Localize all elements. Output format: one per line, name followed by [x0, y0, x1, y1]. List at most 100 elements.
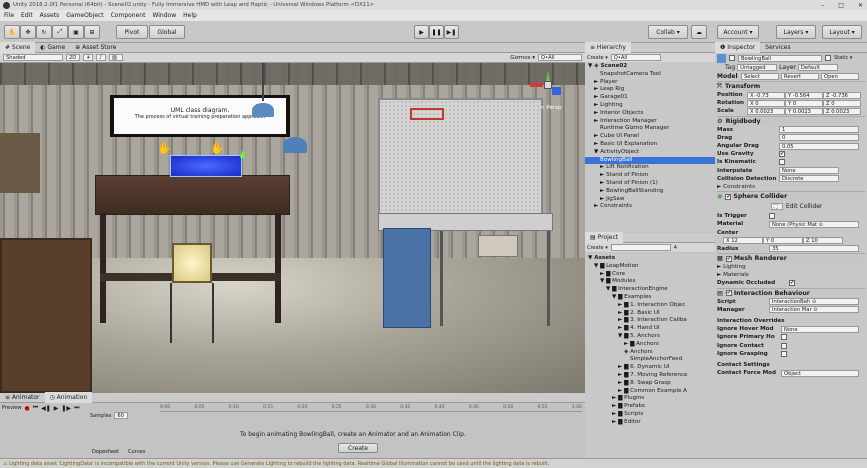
minimize-button[interactable]: –: [821, 2, 824, 9]
model-select-button[interactable]: Select: [741, 73, 779, 80]
sphere-collider-header[interactable]: ◉ ✔ Sphere Collider: [717, 191, 865, 202]
account-dropdown[interactable]: Account ▾: [717, 25, 759, 39]
lighting-foldout[interactable]: ► Lighting: [717, 263, 865, 271]
materials-foldout[interactable]: ► Materials: [717, 271, 865, 279]
hierarchy-item[interactable]: BowlingBall: [585, 156, 715, 165]
transform-tool-icon[interactable]: ⊞: [84, 25, 100, 39]
project-item[interactable]: ▼ ▇ LeapMotion: [585, 263, 715, 271]
radius-field[interactable]: 35: [769, 245, 859, 253]
hierarchy-item[interactable]: ► BowlingBallStanding: [585, 188, 715, 196]
menu-assets[interactable]: Assets: [40, 12, 60, 19]
ignore-hover-mode-dropdown[interactable]: None: [781, 325, 859, 333]
rigidbody-field[interactable]: 0: [779, 134, 859, 142]
project-item[interactable]: ▼ ▇ 5. Anchors: [585, 333, 715, 341]
collab-button[interactable]: Collab ▾: [648, 25, 688, 39]
timeline-ruler[interactable]: 0:00 0:05 0:10 0:15 0:20 0:25 0:30 0:35 0:40 0:45…: [160, 404, 582, 412]
contact-force-mode-dropdown[interactable]: Object: [781, 369, 859, 377]
project-item[interactable]: ► ▇ Scripts: [585, 411, 715, 419]
scale-x[interactable]: X 0.0023: [747, 107, 785, 115]
rigidbody-header[interactable]: ⚙ Rigidbody: [717, 115, 865, 126]
rigidbody-field[interactable]: 0.05: [779, 142, 859, 150]
hierarchy-item[interactable]: Runtime Gizmo Manager: [585, 125, 715, 133]
static-dropdown[interactable]: Static ▾: [834, 55, 852, 61]
static-checkbox[interactable]: [825, 55, 831, 61]
menu-gameobject[interactable]: GameObject: [66, 12, 103, 19]
rigidbody-checkbox[interactable]: ✔: [779, 151, 785, 158]
rotation-y[interactable]: Y 0: [785, 99, 823, 107]
tab-hierarchy[interactable]: ≡ Hierarchy: [585, 42, 631, 53]
tab-project[interactable]: ▤ Project: [585, 232, 624, 243]
audio-toggle[interactable]: ♪: [96, 54, 106, 61]
tab-services[interactable]: Services: [760, 42, 795, 53]
hierarchy-item[interactable]: ► Stand of Pinion: [585, 172, 715, 180]
center-y[interactable]: Y 0: [763, 237, 803, 245]
ignore-primary-hover-checkbox[interactable]: [781, 334, 787, 341]
scene-viewport[interactable]: UML class diagram. The process of virtua…: [0, 63, 585, 393]
project-search-input[interactable]: [610, 244, 671, 251]
prev-key-icon[interactable]: ◀❚: [41, 405, 51, 412]
project-item[interactable]: ◈ Anchors: [585, 349, 715, 357]
effects-dropdown[interactable]: ▨: [109, 54, 123, 61]
first-key-icon[interactable]: ⏮: [33, 404, 38, 412]
hierarchy-item[interactable]: ► Constraints: [585, 203, 715, 211]
project-item[interactable]: ▼ ▇ Examples: [585, 294, 715, 302]
hierarchy-item[interactable]: ► Lighting: [585, 102, 715, 110]
hierarchy-item[interactable]: ► Player: [585, 79, 715, 87]
tab-animation[interactable]: ◷ Animation: [44, 392, 93, 403]
rigidbody-checkbox[interactable]: [779, 159, 785, 166]
maximize-button[interactable]: □: [838, 2, 844, 9]
hierarchy-item[interactable]: ▼ ActivityObject: [585, 149, 715, 157]
orientation-gizmo-icon[interactable]: [530, 71, 566, 101]
project-item[interactable]: ▼ ▇ InteractionEngine: [585, 286, 715, 294]
tab-inspector[interactable]: ❶ Inspector: [715, 42, 761, 53]
project-item[interactable]: ► ▇ 7. Moving Reference: [585, 372, 715, 380]
project-item[interactable]: ► ▇ 3. Interaction Callba: [585, 317, 715, 325]
sphere-collider-enabled[interactable]: ✔: [725, 193, 732, 200]
global-toggle[interactable]: Global: [149, 25, 185, 39]
constraints-foldout[interactable]: ► Constraints: [717, 183, 865, 191]
model-revert-button[interactable]: Revert: [781, 73, 819, 80]
position-y[interactable]: Y -0.564: [785, 91, 823, 99]
hierarchy-item[interactable]: ► Interior Objects: [585, 110, 715, 118]
scale-y[interactable]: Y 0.0023: [785, 107, 823, 115]
project-item[interactable]: ► ▇ 6. Dynamic UI: [585, 364, 715, 372]
pivot-toggle[interactable]: Pivot: [116, 25, 148, 39]
project-item[interactable]: ► ▇ Core: [585, 271, 715, 279]
position-z[interactable]: Z -0.736: [823, 91, 861, 99]
project-item[interactable]: ► ▇ Prefabs: [585, 403, 715, 411]
active-checkbox[interactable]: [729, 55, 735, 61]
rotation-x[interactable]: X 0: [747, 99, 785, 107]
menu-window[interactable]: Window: [152, 12, 176, 19]
material-field[interactable]: None (Physic Mat ⊙: [769, 220, 859, 228]
menu-edit[interactable]: Edit: [21, 12, 33, 19]
hierarchy-item[interactable]: SnapshotCamera Tool: [585, 71, 715, 79]
is-trigger-checkbox[interactable]: [769, 213, 775, 220]
layout-dropdown[interactable]: Layout ▾: [822, 25, 862, 39]
scale-tool-icon[interactable]: ⤢: [52, 25, 68, 39]
hierarchy-item[interactable]: ► Stand of Pinion (1): [585, 180, 715, 188]
rigidbody-field[interactable]: 1: [779, 126, 859, 134]
script-field[interactable]: InteractionBeh ⊙: [769, 298, 859, 306]
dynamic-occluded-checkbox[interactable]: ✔: [789, 280, 795, 287]
close-button[interactable]: ✕: [858, 2, 863, 9]
project-item[interactable]: ► ▇ Common Example A: [585, 388, 715, 396]
cloud-icon[interactable]: ☁: [691, 25, 707, 39]
hierarchy-item[interactable]: ► Basic UI Explanation: [585, 141, 715, 149]
hierarchy-item[interactable]: ► Interaction Manager: [585, 118, 715, 126]
interaction-behaviour-header[interactable]: ▤ ✔ Interaction Behaviour: [717, 287, 865, 298]
model-open-button[interactable]: Open: [821, 73, 859, 80]
curves-tab[interactable]: Curves: [128, 449, 145, 455]
center-z[interactable]: Z 10: [803, 237, 843, 245]
samples-field[interactable]: 60: [114, 412, 129, 419]
layers-dropdown[interactable]: Layers ▾: [776, 25, 816, 39]
preview-toggle[interactable]: Preview: [2, 405, 21, 411]
tab-animator[interactable]: ≡ Animator: [0, 392, 45, 403]
project-item[interactable]: ► ▇ 8. Swap Grasp: [585, 380, 715, 388]
rotate-tool-icon[interactable]: ↻: [36, 25, 52, 39]
ignore-contact-checkbox[interactable]: [781, 342, 787, 349]
hierarchy-item[interactable]: ► Garage01: [585, 94, 715, 102]
rigidbody-dropdown[interactable]: Discrete: [779, 175, 839, 183]
position-x[interactable]: X -0.73: [747, 91, 785, 99]
project-item[interactable]: ► ▇ Plugins: [585, 395, 715, 403]
project-item[interactable]: ► ▇ Anchors: [585, 341, 715, 349]
